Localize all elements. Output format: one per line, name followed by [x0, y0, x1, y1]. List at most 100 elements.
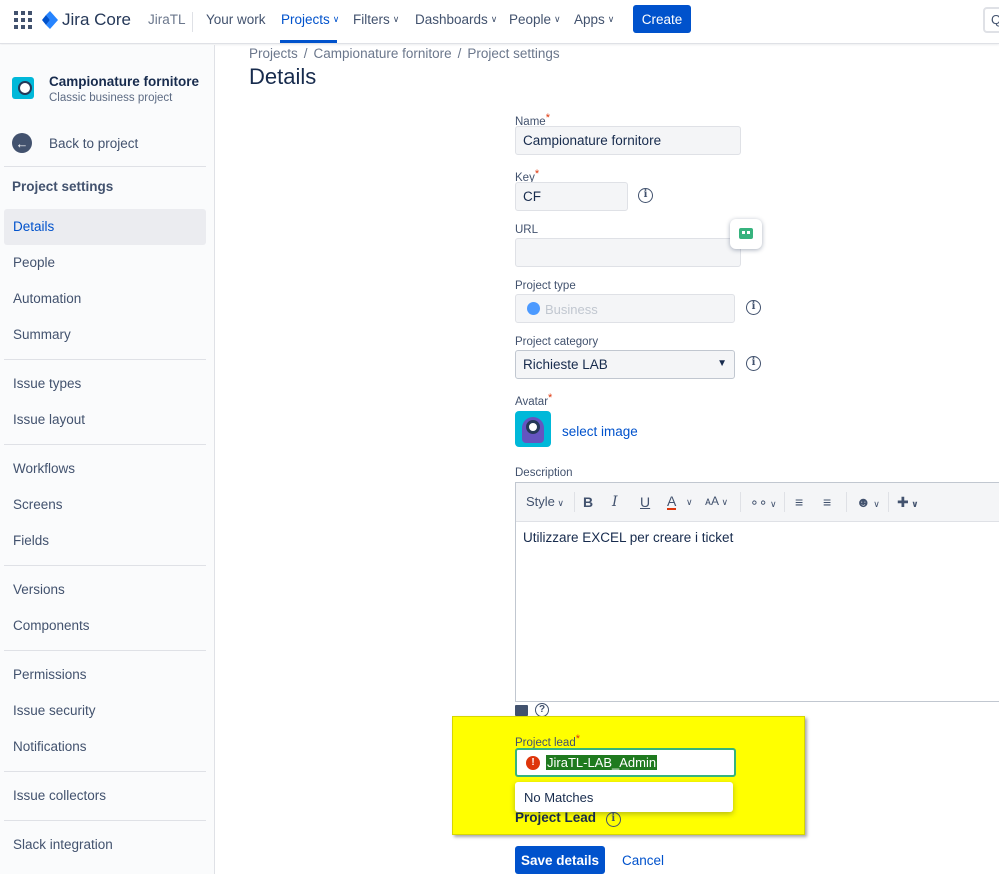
insert-more-icon[interactable]: ✚ ∨ [897, 494, 919, 511]
project-type-label: Project type [515, 280, 576, 292]
bullet-list-icon[interactable]: ≡ [795, 494, 803, 510]
divider [4, 820, 206, 821]
link-icon[interactable]: ∘∘ ∨ [750, 494, 777, 511]
project-lead-heading: Project Lead i [515, 810, 621, 828]
url-field[interactable] [515, 238, 741, 267]
select-image-link[interactable]: select image [562, 424, 638, 439]
project-lead-input[interactable]: ! JiraTL-LAB_Admin [515, 748, 736, 777]
divider [4, 650, 206, 651]
project-lead-heading-text: Project Lead [515, 810, 597, 825]
info-icon[interactable]: i [746, 356, 761, 371]
breadcrumb-project[interactable]: Campionature fornitore [314, 46, 452, 61]
sidebar-item-automation[interactable]: Automation [4, 281, 206, 317]
description-editor[interactable]: Style ∨ B I U A ∨ ᴀA ∨ ∘∘ ∨ ≡ ≡ ☻ ∨ ✚ ∨ … [515, 482, 999, 702]
toolbar-divider [574, 492, 575, 512]
nav-dashboards-label: Dashboards [415, 12, 488, 27]
toolbar-divider [784, 492, 785, 512]
sidebar-item-notifications[interactable]: Notifications [4, 729, 206, 765]
project-header [12, 73, 34, 99]
nav-filters[interactable]: Filters ∨ [353, 12, 399, 27]
nav-dashboards[interactable]: Dashboards ∨ [415, 12, 497, 27]
project-sidebar: Campionature fornitore Classic business … [0, 45, 215, 874]
project-type-value: Business [545, 302, 598, 317]
sidebar-item-slack-integration[interactable]: Slack integration [4, 827, 206, 863]
sidebar-item-people[interactable]: People [4, 245, 206, 281]
url-label: URL [515, 224, 539, 236]
sidebar-item-issue-types[interactable]: Issue types [4, 366, 206, 402]
nav-projects[interactable]: Projects ∨ [281, 12, 339, 27]
info-icon[interactable]: i [638, 188, 653, 203]
nav-projects-label: Projects [281, 12, 330, 27]
sidebar-item-screens[interactable]: Screens [4, 487, 206, 523]
robot-extension-icon[interactable] [730, 219, 762, 249]
editor-footer: ? [515, 703, 549, 717]
divider [4, 565, 206, 566]
error-icon: ! [526, 756, 540, 770]
toolbar-divider [888, 492, 889, 512]
avatar-label-text: Avatar [515, 396, 549, 408]
nav-apps-label: Apps [574, 12, 605, 27]
project-avatar-image[interactable] [515, 411, 551, 447]
project-lead-value: JiraTL-LAB_Admin [546, 755, 658, 770]
search-input[interactable]: Q [983, 7, 999, 33]
sidebar-item-details[interactable]: Details [4, 209, 206, 245]
name-field[interactable] [515, 126, 741, 155]
nav-your-work[interactable]: Your work [206, 12, 266, 27]
nav-apps[interactable]: Apps ∨ [574, 12, 614, 27]
breadcrumb-settings[interactable]: Project settings [467, 46, 559, 61]
description-label: Description [515, 467, 573, 479]
breadcrumb-projects[interactable]: Projects [249, 46, 298, 61]
cancel-link[interactable]: Cancel [622, 853, 664, 868]
project-category-label: Project category [515, 336, 599, 348]
emoji-icon[interactable]: ☻ ∨ [856, 494, 880, 510]
toolbar-divider [846, 492, 847, 512]
style-dropdown[interactable]: Style ∨ [526, 494, 564, 509]
text-size-icon[interactable]: ᴀA ∨ [705, 494, 728, 508]
logo-text: Jira Core [62, 10, 131, 29]
save-details-button[interactable]: Save details [515, 846, 605, 874]
required-asterisk: * [545, 112, 550, 124]
sidebar-item-fields[interactable]: Fields [4, 523, 206, 559]
text-color-icon[interactable]: A [667, 494, 677, 510]
bold-icon[interactable]: B [583, 494, 593, 510]
sidebar-heading: Project settings [12, 179, 114, 194]
chevron-down-icon[interactable]: ∨ [686, 497, 693, 508]
sidebar-item-issue-layout[interactable]: Issue layout [4, 402, 206, 438]
top-navigation: Jira Core JiraTL Your work Projects ∨ Fil… [0, 0, 999, 44]
divider [4, 771, 206, 772]
app-switcher-icon[interactable] [14, 11, 34, 31]
italic-icon[interactable]: I [612, 494, 618, 510]
required-asterisk: * [548, 392, 553, 404]
sidebar-item-issue-security[interactable]: Issue security [4, 693, 206, 729]
chevron-down-icon: ▼ [717, 358, 727, 369]
key-field[interactable] [515, 182, 628, 211]
sidebar-item-summary[interactable]: Summary [4, 317, 206, 353]
project-name: Campionature fornitore [49, 74, 200, 89]
jira-core-logo[interactable]: Jira Core [42, 9, 131, 31]
sidebar-item-components[interactable]: Components [4, 608, 206, 644]
nav-people[interactable]: People ∨ [509, 12, 561, 27]
sidebar-item-permissions[interactable]: Permissions [4, 657, 206, 693]
style-dropdown-label: Style [526, 494, 555, 509]
numbered-list-icon[interactable]: ≡ [823, 494, 831, 510]
help-icon[interactable]: ? [535, 703, 549, 717]
nav-people-label: People [509, 12, 552, 27]
sidebar-item-issue-collectors[interactable]: Issue collectors [4, 778, 206, 814]
back-to-project-label: Back to project [49, 135, 139, 151]
back-to-project-link[interactable]: ← Back to project [12, 133, 138, 153]
site-name[interactable]: JiraTL [148, 12, 186, 27]
chevron-down-icon: ∨ [490, 14, 498, 24]
divider [4, 444, 206, 445]
attachment-icon[interactable] [515, 704, 528, 716]
info-icon[interactable]: i [746, 300, 761, 315]
project-category-select[interactable]: Richieste LAB ▼ [515, 350, 735, 379]
underline-icon[interactable]: U [640, 494, 650, 510]
sidebar-item-workflows[interactable]: Workflows [4, 451, 206, 487]
sidebar-item-versions[interactable]: Versions [4, 572, 206, 608]
required-asterisk: * [534, 168, 540, 180]
project-category-value: Richieste LAB [523, 357, 608, 372]
project-type: Classic business project [49, 92, 173, 104]
description-text[interactable]: Utilizzare EXCEL per creare i ticket [523, 530, 733, 545]
info-icon[interactable]: i [605, 812, 621, 827]
create-button[interactable]: Create [633, 5, 691, 33]
